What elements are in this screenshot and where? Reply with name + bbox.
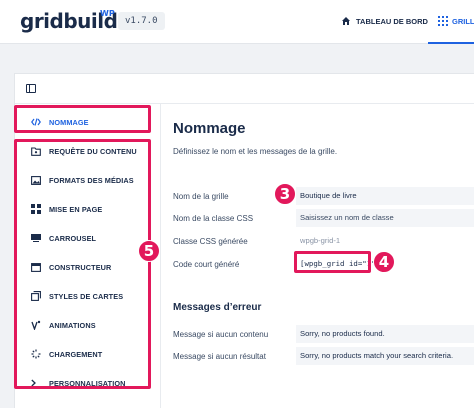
sidebar-item-styles[interactable]: STYLES DE CARTES xyxy=(31,282,151,310)
sidebar-item-label: STYLES DE CARTES xyxy=(49,291,124,301)
sidebar-item-animations[interactable]: ANIMATIONS xyxy=(31,311,151,339)
loader-icon xyxy=(31,349,41,359)
annotation-badge-5: 5 xyxy=(138,240,160,262)
sidebar-item-nommage[interactable]: NOMMAGE xyxy=(31,108,151,136)
annotation-badge-4: 4 xyxy=(373,251,395,273)
annotation-badge-3: 3 xyxy=(274,183,296,205)
sidebar-item-label: CHARGEMENT xyxy=(49,349,103,359)
sidebar-item-label: FORMATS DES MÉDIAS xyxy=(49,175,134,185)
nav-grids[interactable]: GRILLES xyxy=(428,0,474,44)
page-title: Nommage xyxy=(173,120,246,137)
grid-icon xyxy=(438,16,448,26)
no-content-input[interactable]: Sorry, no products found. xyxy=(296,325,474,343)
code-icon xyxy=(31,117,41,127)
no-content-label: Message si aucun contenu xyxy=(173,330,269,339)
grid-name-input[interactable]: Boutique de livre xyxy=(296,187,474,205)
grid-name-label: Nom de la grille xyxy=(173,192,229,201)
sidebar-item-mise-en-page[interactable]: MISE EN PAGE xyxy=(31,195,151,223)
query-icon xyxy=(31,146,41,156)
home-icon xyxy=(342,17,350,25)
terminal-icon xyxy=(31,378,41,388)
sidebar-item-constructeur[interactable]: CONSTRUCTEUR xyxy=(31,253,151,281)
css-class-label: Nom de la classe CSS xyxy=(173,214,254,223)
no-results-input[interactable]: Sorry, no products match your search cri… xyxy=(296,347,474,365)
image-icon xyxy=(31,175,41,185)
animation-icon xyxy=(31,320,41,330)
generated-class-value: wpgb-grid-1 xyxy=(300,236,341,245)
sidebar-toggle-icon[interactable] xyxy=(26,84,36,93)
builder-icon xyxy=(31,262,41,272)
nav-dashboard[interactable]: TABLEAU DE BORD xyxy=(341,12,428,30)
sidebar-item-chargement[interactable]: CHARGEMENT xyxy=(31,340,151,368)
carousel-icon xyxy=(31,233,41,243)
sidebar-item-label: REQUÊTE DU CONTENU xyxy=(49,146,137,156)
card-header xyxy=(15,74,474,104)
nav-grids-label: GRILLES xyxy=(452,16,474,26)
sidebar-item-label: ANIMATIONS xyxy=(49,320,96,330)
sidebar-item-carrousel[interactable]: CARROUSEL xyxy=(31,224,151,252)
sidebar-item-label: CONSTRUCTEUR xyxy=(49,262,112,272)
layout-icon xyxy=(31,204,41,214)
errors-section-title: Messages d’erreur xyxy=(173,302,262,313)
sidebar-item-label: MISE EN PAGE xyxy=(49,204,103,214)
sidebar-item-personnalisation[interactable]: PERSONNALISATION xyxy=(31,369,151,397)
version-badge: v1.7.0 xyxy=(118,12,165,30)
page-description: Définissez le nom et les messages de la … xyxy=(173,147,338,156)
no-results-label: Message si aucun résultat xyxy=(173,352,266,361)
cards-icon xyxy=(31,291,41,301)
sidebar-item-label: NOMMAGE xyxy=(49,117,89,127)
logo-suffix: WP xyxy=(100,9,115,18)
nav-dashboard-label: TABLEAU DE BORD xyxy=(356,16,428,26)
sidebar-item-requete[interactable]: REQUÊTE DU CONTENU xyxy=(31,137,151,165)
sidebar-item-formats[interactable]: FORMATS DES MÉDIAS xyxy=(31,166,151,194)
shortcode-label: Code court généré xyxy=(173,260,240,269)
css-class-input[interactable]: Saisissez un nom de classe xyxy=(296,209,474,227)
top-bar: gridbuilder WP v1.7.0 TABLEAU DE BORD GR… xyxy=(0,0,474,44)
sidebar-item-label: PERSONNALISATION xyxy=(49,378,126,388)
generated-class-label: Classe CSS générée xyxy=(173,237,248,246)
sidebar-item-label: CARROUSEL xyxy=(49,233,97,243)
